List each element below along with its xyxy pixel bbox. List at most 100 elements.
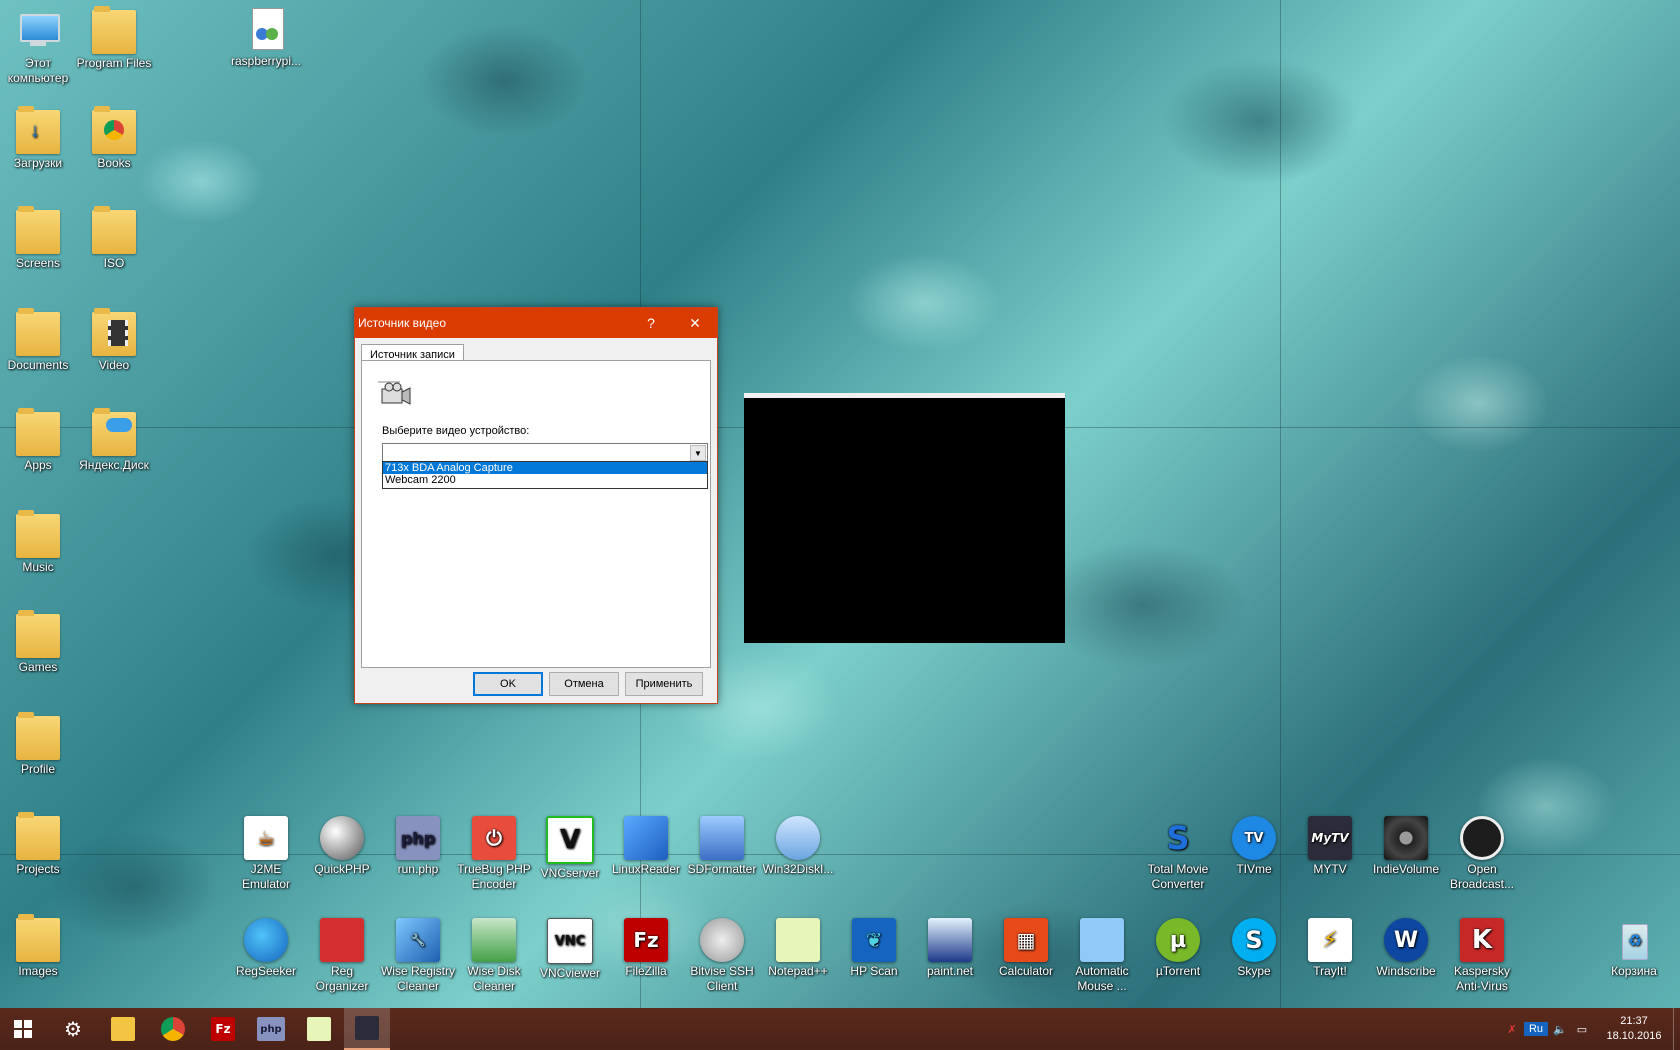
desktop-icon-bitvise[interactable]: Bitvise SSH Client bbox=[684, 918, 760, 994]
cancel-button[interactable]: Отмена bbox=[549, 672, 619, 696]
icon-label: Корзина bbox=[1611, 964, 1657, 978]
mytv-icon: MyTV bbox=[1308, 816, 1352, 860]
desktop-icon-sdformatter[interactable]: SDFormatter bbox=[684, 816, 760, 877]
desktop-icon-windscribe[interactable]: W Windscribe bbox=[1368, 918, 1444, 979]
chevron-down-icon[interactable]: ▼ bbox=[690, 445, 706, 461]
ok-button[interactable]: OK bbox=[473, 672, 543, 696]
icon-label: QuickPHP bbox=[314, 862, 370, 876]
desktop-icon-yandex-disk[interactable]: Яндекс.Диск bbox=[76, 408, 152, 473]
desktop-icon-downloads[interactable]: ↓ Загрузки bbox=[0, 106, 76, 171]
icon-label: Win32DiskI... bbox=[762, 862, 834, 876]
desktop-icon-program-files[interactable]: Program Files bbox=[76, 6, 152, 71]
desktop-icon-paintnet[interactable]: paint.net bbox=[912, 918, 988, 979]
icon-label: VNCserver bbox=[540, 866, 600, 880]
yandex-disk-icon bbox=[92, 408, 136, 456]
desktop-icon-win32diskimager[interactable]: Win32DiskI... bbox=[760, 816, 836, 877]
taskbar-filezilla[interactable]: Fz bbox=[200, 1008, 246, 1050]
device-combobox[interactable]: ▼ bbox=[382, 443, 708, 463]
vnc-server-icon: V bbox=[546, 816, 594, 864]
gear-icon bbox=[700, 918, 744, 962]
desktop-icon-images[interactable]: Images bbox=[0, 914, 76, 979]
taskbar-mytv-active[interactable] bbox=[344, 1008, 390, 1050]
icon-label: Kaspersky Anti-Virus bbox=[1453, 964, 1511, 993]
desktop-icon-tivme[interactable]: TV TIVme bbox=[1216, 816, 1292, 877]
desktop-icon-games[interactable]: Games bbox=[0, 610, 76, 675]
language-indicator[interactable]: Ru bbox=[1524, 1022, 1548, 1036]
recycle-bin-icon: ♻ bbox=[1612, 918, 1656, 962]
desktop-icon-linuxreader[interactable]: LinuxReader bbox=[608, 816, 684, 877]
show-desktop-button[interactable] bbox=[1673, 1008, 1680, 1050]
desktop-icon-utorrent[interactable]: µ µTorrent bbox=[1140, 918, 1216, 979]
desktop-icon-mytv[interactable]: MyTV MYTV bbox=[1292, 816, 1368, 877]
device-option[interactable]: 713x BDA Analog Capture bbox=[383, 462, 707, 474]
desktop-icon-truebug[interactable]: ⏻ TrueBug PHP Encoder bbox=[456, 816, 532, 892]
desktop-icon-total-movie-converter[interactable]: S Total Movie Converter bbox=[1140, 816, 1216, 892]
desktop-icon-reg-organizer[interactable]: Reg Organizer bbox=[304, 918, 380, 994]
device-option[interactable]: Webcam 2200 bbox=[383, 474, 707, 486]
volume-icon[interactable]: 🔈 bbox=[1550, 1023, 1570, 1036]
desktop-icon-j2me[interactable]: ☕ J2ME Emulator bbox=[228, 816, 304, 892]
desktop-icon-filezilla[interactable]: Fz FileZilla bbox=[608, 918, 684, 979]
desktop-icon-quickphp[interactable]: QuickPHP bbox=[304, 816, 380, 877]
keyboard-icon bbox=[1080, 918, 1124, 962]
film-folder-icon bbox=[92, 308, 136, 356]
php-icon: php bbox=[396, 816, 440, 860]
desktop-icon-screens[interactable]: Screens bbox=[0, 206, 76, 271]
linuxreader-icon bbox=[624, 816, 668, 860]
vnc-viewer-icon: VNC bbox=[547, 918, 593, 964]
taskbar-file-explorer[interactable] bbox=[100, 1008, 146, 1050]
desktop-icon-notepadpp[interactable]: Notepad++ bbox=[760, 918, 836, 979]
wrench-icon: 🔧 bbox=[396, 918, 440, 962]
folder-icon bbox=[16, 812, 60, 860]
desktop-icon-hp-scan[interactable]: ❦ HP Scan bbox=[836, 918, 912, 979]
close-button[interactable]: ✕ bbox=[673, 308, 717, 338]
taskbar-php[interactable]: php bbox=[248, 1008, 294, 1050]
desktop-icon-documents[interactable]: Documents bbox=[0, 308, 76, 373]
desktop-icon-indievolume[interactable]: IndieVolume bbox=[1368, 816, 1444, 877]
taskbar-chrome[interactable] bbox=[150, 1008, 196, 1050]
desktop-icon-automatic-mouse[interactable]: Automatic Mouse ... bbox=[1064, 918, 1140, 994]
desktop-icon-regseeker[interactable]: RegSeeker bbox=[228, 918, 304, 979]
start-button[interactable] bbox=[0, 1008, 46, 1050]
desktop-icon-profile[interactable]: Profile bbox=[0, 712, 76, 777]
apply-button[interactable]: Применить bbox=[625, 672, 703, 696]
desktop-icon-this-pc[interactable]: Этот компьютер bbox=[0, 10, 76, 86]
desktop-icon-trayit[interactable]: ⚡ TrayIt! bbox=[1292, 918, 1368, 979]
folder-icon bbox=[16, 914, 60, 962]
icon-label: raspberrypi... bbox=[230, 54, 302, 68]
desktop-icon-raspberrypi[interactable]: raspberrypi... bbox=[228, 8, 304, 69]
desktop-icon-iso[interactable]: ISO bbox=[76, 206, 152, 271]
desktop-icon-skype[interactable]: S Skype bbox=[1216, 918, 1292, 979]
desktop-icon-kaspersky[interactable]: K Kaspersky Anti-Virus bbox=[1444, 918, 1520, 994]
help-button[interactable]: ? bbox=[629, 308, 673, 338]
skype-icon: S bbox=[1232, 918, 1276, 962]
taskbar-settings[interactable]: ⚙ bbox=[50, 1008, 96, 1050]
desktop-icon-vncserver[interactable]: V VNCserver bbox=[532, 816, 608, 881]
desktop-icon-books[interactable]: Books bbox=[76, 106, 152, 171]
desktop-icon-obs[interactable]: Open Broadcast... bbox=[1444, 816, 1520, 892]
icon-label: RegSeeker bbox=[235, 964, 297, 978]
kaspersky-tray-icon[interactable]: ✗ bbox=[1502, 1023, 1522, 1036]
icon-label: Reg Organizer bbox=[315, 964, 369, 993]
desktop-icon-vncviewer[interactable]: VNC VNCviewer bbox=[532, 918, 608, 981]
icon-label: µTorrent bbox=[1155, 964, 1201, 978]
desktop-icon-calculator[interactable]: ▦ Calculator bbox=[988, 918, 1064, 979]
desktop-icon-projects[interactable]: Projects bbox=[0, 812, 76, 877]
desktop-icon-run-php[interactable]: php run.php bbox=[380, 816, 456, 877]
desktop-icon-apps[interactable]: Apps bbox=[0, 408, 76, 473]
desktop-icon-wise-registry-cleaner[interactable]: 🔧 Wise Registry Cleaner bbox=[380, 918, 456, 994]
folder-icon bbox=[16, 712, 60, 760]
icon-label: Этот компьютер bbox=[7, 56, 69, 85]
folder-icon bbox=[111, 1017, 135, 1041]
desktop-icon-music[interactable]: Music bbox=[0, 510, 76, 575]
taskbar-notepad[interactable] bbox=[296, 1008, 342, 1050]
network-icon[interactable]: ▭ bbox=[1572, 1023, 1592, 1036]
icon-label: Wise Disk Cleaner bbox=[467, 964, 521, 993]
clock[interactable]: 21:37 18.10.2016 bbox=[1599, 1014, 1669, 1044]
desktop-icon-wise-disk-cleaner[interactable]: Wise Disk Cleaner bbox=[456, 918, 532, 994]
desktop-icon-recycle-bin[interactable]: ♻ Корзина bbox=[1596, 918, 1672, 979]
dialog-titlebar[interactable]: Источник видео ? ✕ bbox=[355, 308, 717, 338]
download-folder-icon: ↓ bbox=[16, 106, 60, 154]
desktop-icon-video[interactable]: Video bbox=[76, 308, 152, 373]
notepad-icon bbox=[776, 918, 820, 962]
